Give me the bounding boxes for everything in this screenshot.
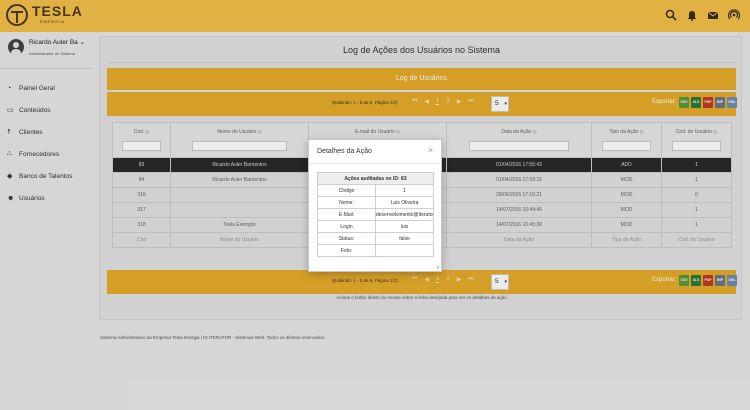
detail-value: false [375,232,434,245]
detail-key: Código [317,184,376,197]
detail-value: luis [375,220,434,233]
detail-row: Login luis [317,220,434,233]
close-icon[interactable]: × [428,146,433,155]
modal-title: Detalhes da Ação [317,148,372,155]
resize-handle-icon[interactable]: ◢ [436,264,439,269]
detail-key: Nome: [317,196,376,209]
details-modal: Detalhes da Ação × Ações auditadas no ID… [308,139,442,272]
details-table: Ações auditadas no ID: 83 Código 1 Nome: L… [317,172,434,257]
details-table-title: Ações auditadas no ID: 83 [317,172,434,185]
divider [309,163,441,164]
detail-row: E-Mail:desenvolvimento@iterator.com.br [317,208,434,221]
detail-value: Luis Oliveira [375,196,434,209]
detail-value: desenvolvimento@iterator.com.br [375,208,434,221]
detail-row: Nome: Luis Oliveira [317,196,434,209]
detail-key: Foto: [317,244,376,257]
detail-key: Login [317,220,376,233]
detail-value: 1 [375,184,434,197]
detail-row: Foto: [317,244,434,257]
detail-key: E-Mail: [317,208,376,221]
detail-value [375,244,434,257]
detail-row: Código 1 [317,184,434,197]
detail-key: Status: [317,232,376,245]
detail-row: Status: false [317,232,434,245]
